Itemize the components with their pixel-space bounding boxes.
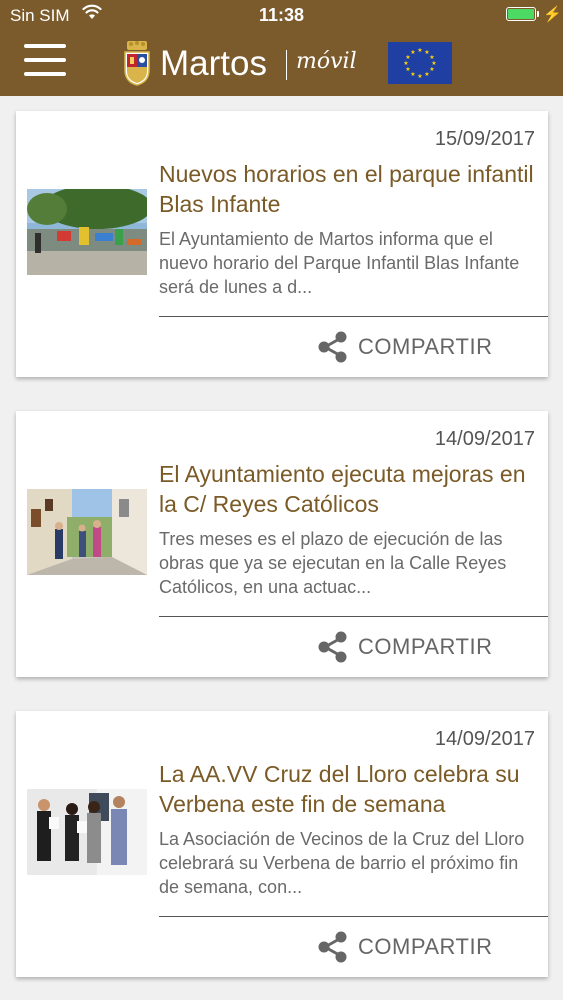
svg-text:★: ★ [424, 71, 429, 78]
svg-text:★: ★ [429, 66, 434, 73]
share-label: COMPARTIR [358, 334, 493, 359]
share-button[interactable]: COMPARTIR [316, 330, 506, 366]
brand-divider [286, 50, 287, 80]
card-divider [159, 316, 548, 317]
news-card[interactable]: 14/09/2017 El Ayuntamiento ejecuta mejor… [16, 411, 548, 677]
playground-photo[interactable] [27, 189, 147, 275]
coat-of-arms-logo [124, 41, 150, 86]
news-card[interactable]: 14/09/2017 La AA.VV Cruz del Lloro celeb… [16, 711, 548, 977]
brand-tagline: móvil [296, 49, 357, 74]
charging-bolt-icon: ⚡ [543, 6, 562, 23]
svg-text:★: ★ [410, 71, 415, 78]
battery-charging-icon [506, 7, 536, 21]
clock: 11:38 [258, 5, 305, 25]
news-title[interactable]: Nuevos horarios en el parque infantil Bl… [159, 159, 539, 219]
share-label: COMPARTIR [358, 934, 493, 959]
card-divider [159, 916, 548, 917]
share-icon [318, 331, 347, 363]
news-title[interactable]: El Ayuntamiento ejecuta mejoras en la C/… [159, 459, 539, 519]
group-photo[interactable] [27, 789, 147, 875]
news-card[interactable]: 15/09/2017 Nuevos horarios en el parque … [16, 111, 548, 377]
share-button[interactable]: COMPARTIR [316, 930, 506, 966]
share-icon [318, 631, 347, 663]
street-photo[interactable] [27, 489, 147, 575]
european-union-flag: ★ ★★ ★★★ ★★★ ★★★ [388, 42, 452, 84]
svg-text:★: ★ [417, 47, 422, 54]
hamburger-menu-icon[interactable] [24, 44, 68, 78]
brand-title: Martos [160, 44, 267, 83]
share-icon [318, 931, 347, 963]
svg-text:★: ★ [410, 49, 415, 56]
news-date: 14/09/2017 [434, 728, 535, 750]
status-bar: Sin SIM 11:38 ⚡ [0, 0, 563, 32]
news-date: 14/09/2017 [434, 428, 535, 450]
svg-text:★: ★ [417, 73, 422, 80]
svg-text:★: ★ [403, 60, 408, 67]
battery-cap [537, 11, 539, 17]
card-divider [159, 616, 548, 617]
news-summary[interactable]: La Asociación de Vecinos de la Cruz del … [159, 827, 537, 899]
news-title[interactable]: La AA.VV Cruz del Lloro celebra su Verbe… [159, 759, 539, 819]
svg-text:★: ★ [405, 66, 410, 73]
news-date: 15/09/2017 [434, 128, 535, 150]
app-header: Sin SIM 11:38 ⚡ Martos móvil ★ ★ ★ ★ ★ ★ ★ ★ ★… [0, 0, 563, 96]
news-summary[interactable]: Tres meses es el plazo de ejecución de l… [159, 527, 537, 599]
news-summary[interactable]: El Ayuntamiento de Martos informa que el… [159, 227, 537, 299]
share-button[interactable]: COMPARTIR [316, 630, 506, 666]
share-label: COMPARTIR [358, 634, 493, 659]
